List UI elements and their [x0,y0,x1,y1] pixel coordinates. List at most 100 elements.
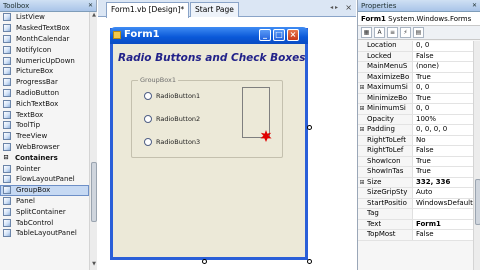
toolbox-item[interactable]: ListView [0,12,89,23]
close-tab-icon[interactable]: × [345,3,352,12]
form-heading-label[interactable]: Radio Buttons and Check Boxes [118,52,306,64]
property-value[interactable]: False [413,146,473,156]
property-name[interactable]: Text [366,219,413,229]
property-row[interactable]: MinimizeBo True [358,93,473,104]
property-value[interactable]: True [413,156,473,166]
property-row[interactable]: MainMenuS (none) [358,62,473,73]
tab-form1-design[interactable]: Form1.vb [Design]* [106,2,190,18]
property-name[interactable]: MainMenuS [366,62,413,72]
radiobutton3[interactable]: RadioButton3 [144,137,200,147]
property-row[interactable]: SizeGripSty Auto [358,188,473,199]
property-value[interactable]: Form1 [413,219,473,229]
resize-handle-corner[interactable] [307,259,312,264]
categorized-icon[interactable]: ▦ [361,27,372,38]
property-name[interactable]: Location [366,41,413,51]
property-value[interactable]: False [413,51,473,61]
property-row[interactable]: ⊞ MaximumSi 0, 0 [358,83,473,94]
property-pages-icon[interactable]: ▤ [413,27,424,38]
radiobutton1[interactable]: RadioButton1 [144,91,200,101]
property-name[interactable]: Padding [366,125,413,135]
property-name[interactable]: ShowIcon [366,156,413,166]
scroll-up-icon[interactable]: ▲ [90,12,98,21]
burst-icon[interactable] [260,130,272,142]
toolbox-item[interactable]: ProgressBar [0,77,89,88]
property-row[interactable]: ⊞ Padding 0, 0, 0, 0 [358,125,473,136]
form-title-bar[interactable]: Form1 _ □ × [110,27,308,44]
toolbox-item[interactable]: SplitContainer [0,206,89,217]
property-row[interactable]: ShowInTas True [358,167,473,178]
property-name[interactable]: MaximizeBo [366,72,413,82]
maximize-icon[interactable]: □ [273,29,285,41]
property-value[interactable]: True [413,72,473,82]
property-value[interactable]: 0, 0 [413,41,473,51]
toolbox-item[interactable]: MonthCalendar [0,34,89,45]
alphabetical-icon[interactable]: A [374,27,385,38]
property-name[interactable]: RightToLef [366,146,413,156]
toolbox-item[interactable]: RadioButton [0,88,89,99]
radio-circle-icon[interactable] [144,138,152,146]
resize-handle-bottom[interactable] [202,259,207,264]
property-name[interactable]: MaximumSi [366,83,413,93]
close-icon[interactable]: × [287,29,299,41]
minimize-icon[interactable]: _ [259,29,271,41]
events-icon[interactable]: ⚡ [400,27,411,38]
property-name[interactable]: RightToLeft [366,135,413,145]
property-value[interactable]: WindowsDefault [413,198,473,208]
expand-plus-icon[interactable]: ⊞ [358,178,366,188]
property-name[interactable]: Size [366,177,413,187]
property-row[interactable]: Location 0, 0 [358,41,473,52]
tab-scroll-icon[interactable]: ◂ ▸ [330,4,338,11]
property-row[interactable]: MaximizeBo True [358,72,473,83]
property-value[interactable]: 0, 0, 0, 0 [413,125,473,135]
property-value[interactable] [413,209,473,219]
toolbox-item[interactable]: ToolTip [0,120,89,131]
toolbox-item[interactable]: Pointer [0,163,89,174]
property-value[interactable]: False [413,230,473,240]
toolbox-item[interactable]: RichTextBox [0,98,89,109]
scrollbar-thumb[interactable] [475,179,480,225]
property-row[interactable]: Locked False [358,51,473,62]
property-name[interactable]: StartPositio [366,198,413,208]
resize-handle-right[interactable] [307,125,312,130]
toolbox-item[interactable]: TextBox [0,109,89,120]
property-row[interactable]: TopMost False [358,230,473,241]
expand-plus-icon[interactable]: ⊞ [358,125,366,135]
property-value[interactable]: 0, 0 [413,83,473,93]
property-value[interactable]: True [413,167,473,177]
property-value[interactable]: No [413,135,473,145]
property-name[interactable]: TopMost [366,230,413,240]
property-row[interactable]: RightToLef False [358,146,473,157]
toolbox-item[interactable]: NotifyIcon [0,44,89,55]
object-selector[interactable]: Form1 System.Windows.Forms [358,12,480,26]
property-value[interactable]: True [413,93,473,103]
form1-window[interactable]: Form1 _ □ × Radio Buttons and Check Boxe… [110,27,308,260]
property-value[interactable]: 100% [413,114,473,124]
property-name[interactable]: MinimumSi [366,104,413,114]
close-icon[interactable]: ✕ [88,0,96,11]
toolbox-item[interactable]: NumericUpDown [0,55,89,66]
tab-start-page[interactable]: Start Page [190,2,239,17]
property-value[interactable]: 332, 336 [413,177,473,187]
scrollbar-thumb[interactable] [91,162,97,222]
property-name[interactable]: SizeGripSty [366,188,413,198]
property-value[interactable]: 0, 0 [413,104,473,114]
property-name[interactable]: ShowInTas [366,167,413,177]
radio-circle-icon[interactable] [144,92,152,100]
property-name[interactable]: Locked [366,51,413,61]
property-value[interactable]: Auto [413,188,473,198]
radio-circle-icon[interactable] [144,115,152,123]
toolbox-section-header[interactable]: ⊟ Containers [0,152,89,163]
toolbox-item[interactable]: PictureBox [0,66,89,77]
property-row[interactable]: RightToLeft No [358,135,473,146]
toolbox-item[interactable]: FlowLayoutPanel [0,174,89,185]
property-row[interactable]: ⊞ Size 332, 336 [358,177,473,188]
toolbox-scrollbar[interactable]: ▲ ▼ [89,12,97,270]
groupbox1[interactable]: GroupBox1 RadioButton1 RadioButton2 Radi… [131,76,283,158]
toolbox-item[interactable]: MaskedTextBox [0,23,89,34]
property-row[interactable]: ⊞ MinimumSi 0, 0 [358,104,473,115]
radiobutton2[interactable]: RadioButton2 [144,114,200,124]
expand-plus-icon[interactable]: ⊞ [358,83,366,93]
property-row[interactable]: Tag [358,209,473,220]
toolbox-item[interactable]: GroupBox [0,184,89,196]
property-name[interactable]: Opacity [366,114,413,124]
